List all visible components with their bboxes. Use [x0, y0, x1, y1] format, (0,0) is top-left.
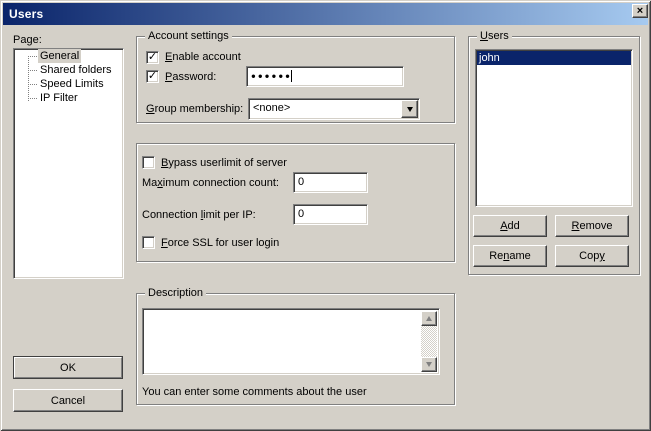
- users-listbox[interactable]: john: [475, 49, 633, 207]
- tree-branch-icon: [28, 84, 38, 85]
- chevron-down-icon: [407, 107, 413, 112]
- scroll-up-icon: [426, 316, 432, 321]
- ok-button-label: OK: [14, 357, 122, 378]
- rename-button-label: Rename: [489, 250, 531, 262]
- window-title: Users: [3, 7, 43, 21]
- add-button-label: Add: [500, 220, 520, 232]
- tree-item-label: General: [38, 49, 81, 63]
- cancel-button-label: Cancel: [51, 395, 85, 407]
- connection-limit-per-ip-input[interactable]: 0: [293, 204, 368, 225]
- tree-item-shared-folders[interactable]: Shared folders: [14, 63, 123, 77]
- scroll-down-button[interactable]: [421, 357, 437, 372]
- tree-item-label: Speed Limits: [38, 77, 106, 91]
- tree-item-label: IP Filter: [38, 91, 80, 105]
- rename-button[interactable]: Rename: [473, 245, 547, 267]
- titlebar[interactable]: Users: [3, 3, 648, 25]
- group-membership-select[interactable]: <none>: [248, 98, 420, 120]
- scroll-up-button[interactable]: [421, 311, 437, 326]
- connection-limit-per-ip-label: Connection limit per IP:: [142, 209, 256, 221]
- password-value: ●●●●●●: [251, 72, 292, 81]
- check-icon: ✓: [148, 53, 157, 62]
- force-ssl-checkbox[interactable]: ✓: [142, 236, 155, 249]
- password-checkbox[interactable]: ✓: [146, 70, 159, 83]
- tree-branch-icon: [28, 70, 38, 71]
- enable-account-label: Enable account: [165, 51, 241, 63]
- description-textarea[interactable]: [142, 308, 440, 375]
- password-label: Password:: [165, 71, 216, 83]
- tree-branch-icon: [28, 98, 38, 99]
- copy-button-label: Copy: [579, 250, 605, 262]
- description-group-title: Description: [145, 287, 206, 299]
- tree-branch-icon: [28, 56, 38, 57]
- cancel-button[interactable]: Cancel: [13, 389, 123, 412]
- tree-item-general[interactable]: General: [14, 49, 123, 63]
- connection-limit-per-ip-value: 0: [298, 208, 304, 220]
- password-input[interactable]: ●●●●●●: [246, 66, 404, 87]
- users-dialog: Users × Page: General Shared folders Spe…: [0, 0, 651, 431]
- remove-button-label: Remove: [572, 220, 613, 232]
- add-button[interactable]: Add: [473, 215, 547, 237]
- user-name: john: [479, 52, 500, 64]
- tree-item-ip-filter[interactable]: IP Filter: [14, 91, 123, 105]
- description-hint: You can enter some comments about the us…: [142, 386, 367, 398]
- copy-button[interactable]: Copy: [555, 245, 629, 267]
- max-connection-count-label: Maximum connection count:: [142, 177, 279, 189]
- max-connection-count-value: 0: [298, 176, 304, 188]
- page-tree[interactable]: General Shared folders Speed Limits IP F…: [13, 48, 124, 279]
- tree-item-label: Shared folders: [38, 63, 114, 77]
- user-list-item[interactable]: john: [477, 51, 631, 65]
- ok-button[interactable]: OK: [13, 356, 123, 379]
- max-connection-count-input[interactable]: 0: [293, 172, 368, 193]
- group-membership-label: Group membership:: [146, 103, 243, 115]
- page-label: Page:: [13, 34, 42, 46]
- description-scrollbar[interactable]: [421, 311, 437, 372]
- enable-account-checkbox[interactable]: ✓: [146, 51, 159, 64]
- account-settings-group-title: Account settings: [145, 30, 232, 42]
- text-caret: [291, 70, 292, 82]
- bypass-userlimit-checkbox[interactable]: ✓: [142, 156, 155, 169]
- close-button[interactable]: ×: [632, 4, 648, 18]
- force-ssl-label: Force SSL for user login: [161, 237, 279, 249]
- check-icon: ✓: [148, 72, 157, 81]
- scroll-down-icon: [426, 362, 432, 367]
- bypass-userlimit-label: Bypass userlimit of server: [161, 157, 287, 169]
- close-icon: ×: [637, 6, 643, 16]
- remove-button[interactable]: Remove: [555, 215, 629, 237]
- group-membership-value: <none>: [253, 102, 290, 114]
- tree-item-speed-limits[interactable]: Speed Limits: [14, 77, 123, 91]
- dropdown-button[interactable]: [401, 100, 418, 118]
- users-group-title: Users: [477, 30, 512, 42]
